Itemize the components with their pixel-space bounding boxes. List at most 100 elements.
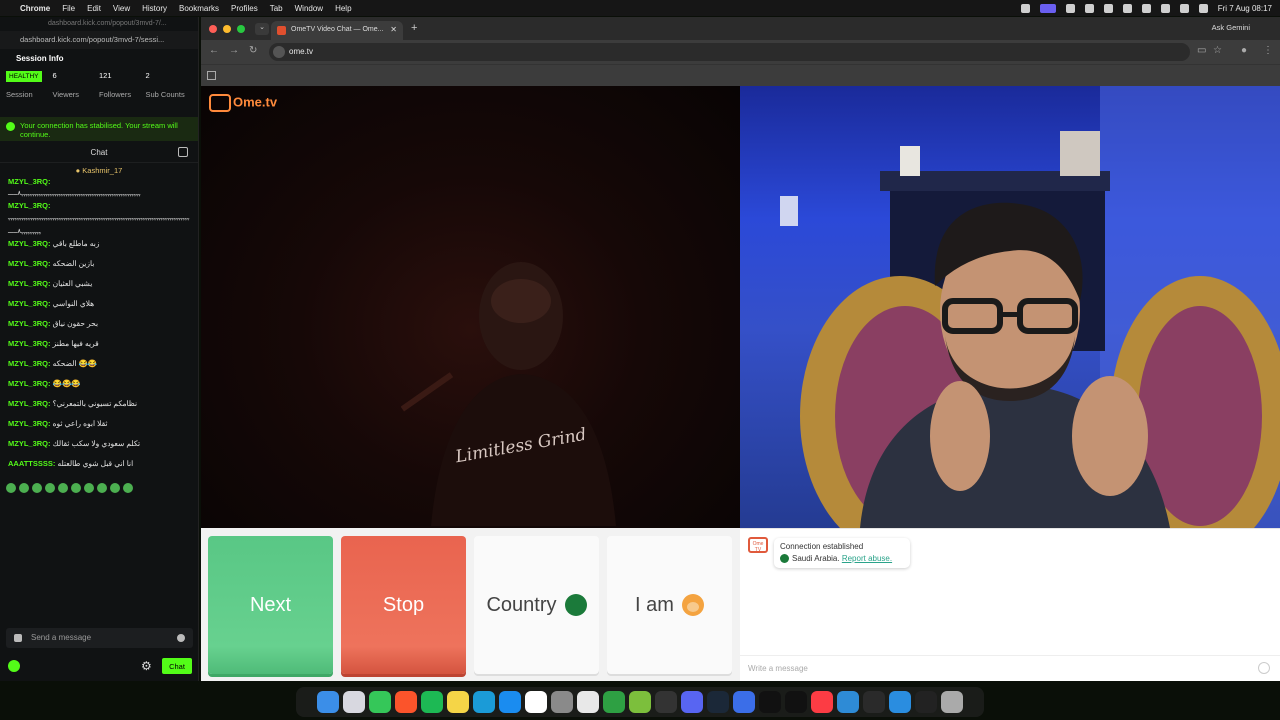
stop-button[interactable]: Stop (341, 536, 466, 674)
discord-icon[interactable] (681, 691, 703, 713)
chat-username[interactable]: MZYL_3RQ: (8, 379, 51, 388)
tab-ometv[interactable]: OmeTV Video Chat — Ome... ✕ (271, 21, 403, 40)
obs-icon[interactable] (655, 691, 677, 713)
emote-icon[interactable] (6, 483, 16, 493)
trash-icon[interactable] (941, 691, 963, 713)
system-settings-icon[interactable] (551, 691, 573, 713)
chat-username[interactable]: MZYL_3RQ: (8, 319, 51, 328)
menu-clock[interactable]: Fri 7 Aug 08:17 (1218, 4, 1272, 13)
finder-icon[interactable] (317, 691, 339, 713)
emote-icon[interactable] (32, 483, 42, 493)
kick-logo-icon[interactable] (8, 660, 20, 672)
menu-app[interactable]: Chrome (20, 4, 50, 13)
capcut-icon[interactable] (785, 691, 807, 713)
spotify-icon[interactable] (421, 691, 443, 713)
steam-icon[interactable] (707, 691, 729, 713)
site-info-icon[interactable] (273, 46, 285, 58)
chat-send-button[interactable]: Chat (162, 658, 192, 674)
status-icon[interactable] (1084, 3, 1094, 13)
gender-button[interactable]: I am (607, 536, 732, 674)
chat-username[interactable]: MZYL_3RQ: (8, 399, 51, 408)
emote-icon[interactable] (71, 483, 81, 493)
address-input[interactable]: ome.tv (269, 43, 1190, 61)
window-thumbnail-icon[interactable] (915, 691, 937, 713)
menu-help[interactable]: Help (335, 4, 351, 13)
gear-icon[interactable]: ⚙ (141, 659, 152, 673)
emoji-icon[interactable] (177, 634, 185, 642)
new-tab-button[interactable]: + (411, 22, 417, 34)
cast-icon[interactable]: ▭ (1197, 45, 1206, 56)
chat-username[interactable]: MZYL_3RQ: (8, 259, 51, 268)
davinci-icon[interactable] (863, 691, 885, 713)
wifi-icon[interactable] (1141, 3, 1151, 13)
chat-username[interactable]: MZYL_3RQ: (8, 201, 51, 210)
safari-icon[interactable] (889, 691, 911, 713)
stocks-icon[interactable] (473, 691, 495, 713)
chat-username[interactable]: MZYL_3RQ: (8, 299, 51, 308)
status-icon[interactable] (1122, 3, 1132, 13)
menu-history[interactable]: History (142, 4, 167, 13)
chat-send-input[interactable]: Send a message (6, 628, 193, 648)
chat-username[interactable]: MZYL_3RQ: (8, 239, 51, 248)
emoji-icon[interactable] (1258, 662, 1270, 674)
chat-username[interactable]: MZYL_3RQ: (8, 279, 51, 288)
user-settings-icon[interactable] (178, 147, 188, 157)
chat-username[interactable]: AAATTSSSS: (8, 459, 55, 468)
forward-icon[interactable]: → (229, 45, 239, 56)
ask-gemini-button[interactable]: Ask Gemini (1212, 23, 1250, 32)
chat-username[interactable]: MZYL_3RQ: (8, 439, 51, 448)
menu-file[interactable]: File (62, 4, 75, 13)
menu-view[interactable]: View (113, 4, 130, 13)
write-message-input[interactable]: Write a message (740, 655, 1280, 681)
zoom-window-button[interactable] (237, 25, 245, 33)
notion-icon[interactable] (525, 691, 547, 713)
status-icon[interactable] (1103, 3, 1113, 13)
siri-icon[interactable] (1198, 3, 1208, 13)
menu-tab[interactable]: Tab (270, 4, 283, 13)
facetime-icon[interactable] (603, 691, 625, 713)
status-icon[interactable] (1020, 3, 1030, 13)
app-icon[interactable] (837, 691, 859, 713)
country-button[interactable]: Country (474, 536, 599, 674)
search-icon[interactable] (1179, 3, 1189, 13)
close-tab-icon[interactable]: ✕ (390, 25, 397, 34)
menu-edit[interactable]: Edit (87, 4, 101, 13)
bluestacks-icon[interactable] (629, 691, 651, 713)
status-icon[interactable] (1065, 3, 1075, 13)
apps-grid-icon[interactable] (207, 71, 216, 80)
tiktok-icon[interactable] (759, 691, 781, 713)
bookmark-star-icon[interactable]: ☆ (1213, 45, 1222, 56)
emote-icon[interactable] (58, 483, 68, 493)
minimize-window-button[interactable] (223, 25, 231, 33)
chat-username[interactable]: MZYL_3RQ: (8, 339, 51, 348)
close-window-button[interactable] (209, 25, 217, 33)
app-store-icon[interactable] (499, 691, 521, 713)
music-icon[interactable] (811, 691, 833, 713)
chat-username[interactable]: MZYL_3RQ: (8, 359, 51, 368)
chrome-icon[interactable] (577, 691, 599, 713)
emote-icon[interactable] (110, 483, 120, 493)
notes-icon[interactable] (447, 691, 469, 713)
next-button[interactable]: Next (208, 536, 333, 674)
profile-avatar-icon[interactable]: ● (1241, 45, 1247, 56)
control-center-icon[interactable] (1160, 3, 1170, 13)
more-menu-icon[interactable]: ⋮ (1263, 45, 1273, 56)
launchpad-icon[interactable] (343, 691, 365, 713)
menu-window[interactable]: Window (295, 4, 323, 13)
chat-username[interactable]: MZYL_3RQ: (8, 419, 51, 428)
emote-icon[interactable] (97, 483, 107, 493)
tab-search-button[interactable]: ⌄ (255, 23, 269, 35)
emote-icon[interactable] (123, 483, 133, 493)
pinned-user[interactable]: ● Kashmir_17 (0, 163, 198, 177)
app-icon[interactable] (733, 691, 755, 713)
messages-icon[interactable] (369, 691, 391, 713)
menu-bookmarks[interactable]: Bookmarks (179, 4, 219, 13)
brave-icon[interactable] (395, 691, 417, 713)
menu-profiles[interactable]: Profiles (231, 4, 258, 13)
chat-user-icon[interactable] (14, 634, 22, 642)
chat-username[interactable]: MZYL_3RQ: (8, 177, 51, 186)
emote-icon[interactable] (84, 483, 94, 493)
back-icon[interactable]: ← (209, 45, 219, 56)
emote-icon[interactable] (45, 483, 55, 493)
report-abuse-link[interactable]: Report abuse. (842, 554, 892, 563)
